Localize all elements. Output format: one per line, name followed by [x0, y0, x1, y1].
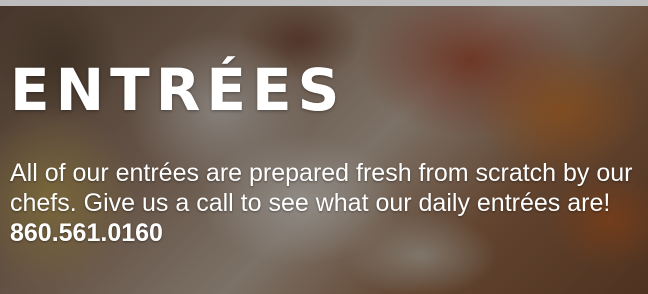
entrees-hero: ENTRÉES All of our entrées are prepared … [0, 0, 648, 294]
section-description: All of our entrées are prepared fresh fr… [10, 158, 640, 248]
description-text: All of our entrées are prepared fresh fr… [10, 159, 633, 217]
section-title: ENTRÉES [10, 56, 346, 124]
top-divider [0, 0, 648, 6]
entrees-content: ENTRÉES All of our entrées are prepared … [10, 56, 640, 248]
phone-link[interactable]: 860.561.0160 [10, 219, 163, 247]
